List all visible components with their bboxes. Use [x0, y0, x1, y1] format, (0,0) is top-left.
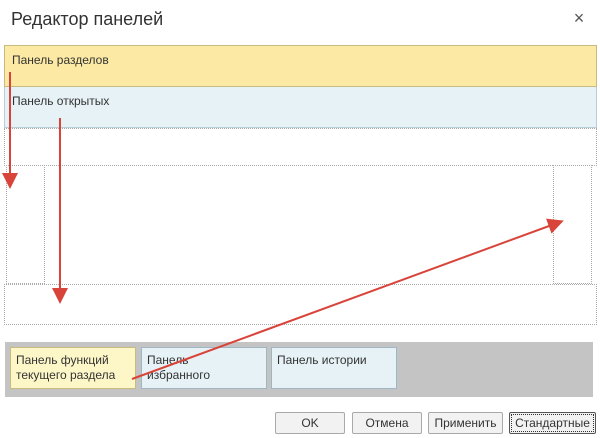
panel-layout-area: Панель разделов Панель открытых: [4, 45, 597, 327]
tile-label-line: текущего раздела: [16, 368, 116, 382]
dialog-title: Редактор панелей: [11, 9, 164, 29]
sections-panel-label: Панель разделов: [12, 53, 109, 67]
drop-zone-bottom[interactable]: [4, 284, 597, 325]
close-icon[interactable]: ×: [571, 9, 587, 27]
cancel-button[interactable]: Отмена: [352, 412, 422, 434]
sections-panel[interactable]: Панель разделов: [4, 45, 597, 87]
ok-button[interactable]: OK: [275, 412, 345, 434]
available-panels-tray: Панель функций текущего раздела Панель и…: [5, 342, 593, 397]
default-button[interactable]: Стандартные: [509, 412, 596, 434]
tile-label-line: Панель: [147, 353, 189, 367]
tile-label-line: избранного: [147, 368, 211, 382]
drop-zone-top[interactable]: [4, 128, 597, 166]
tile-label-line: Панель функций: [16, 353, 109, 367]
drop-zone-right[interactable]: [553, 165, 592, 284]
tile-favorites[interactable]: Панель избранного: [141, 347, 267, 389]
open-items-panel[interactable]: Панель открытых: [4, 87, 597, 128]
tile-history[interactable]: Панель истории: [271, 347, 397, 389]
tile-current-section-functions[interactable]: Панель функций текущего раздела: [10, 347, 136, 389]
open-items-panel-label: Панель открытых: [12, 94, 110, 108]
drop-zone-left[interactable]: [6, 165, 45, 284]
tile-label-line: Панель истории: [277, 353, 367, 367]
apply-button[interactable]: Применить: [428, 412, 503, 434]
